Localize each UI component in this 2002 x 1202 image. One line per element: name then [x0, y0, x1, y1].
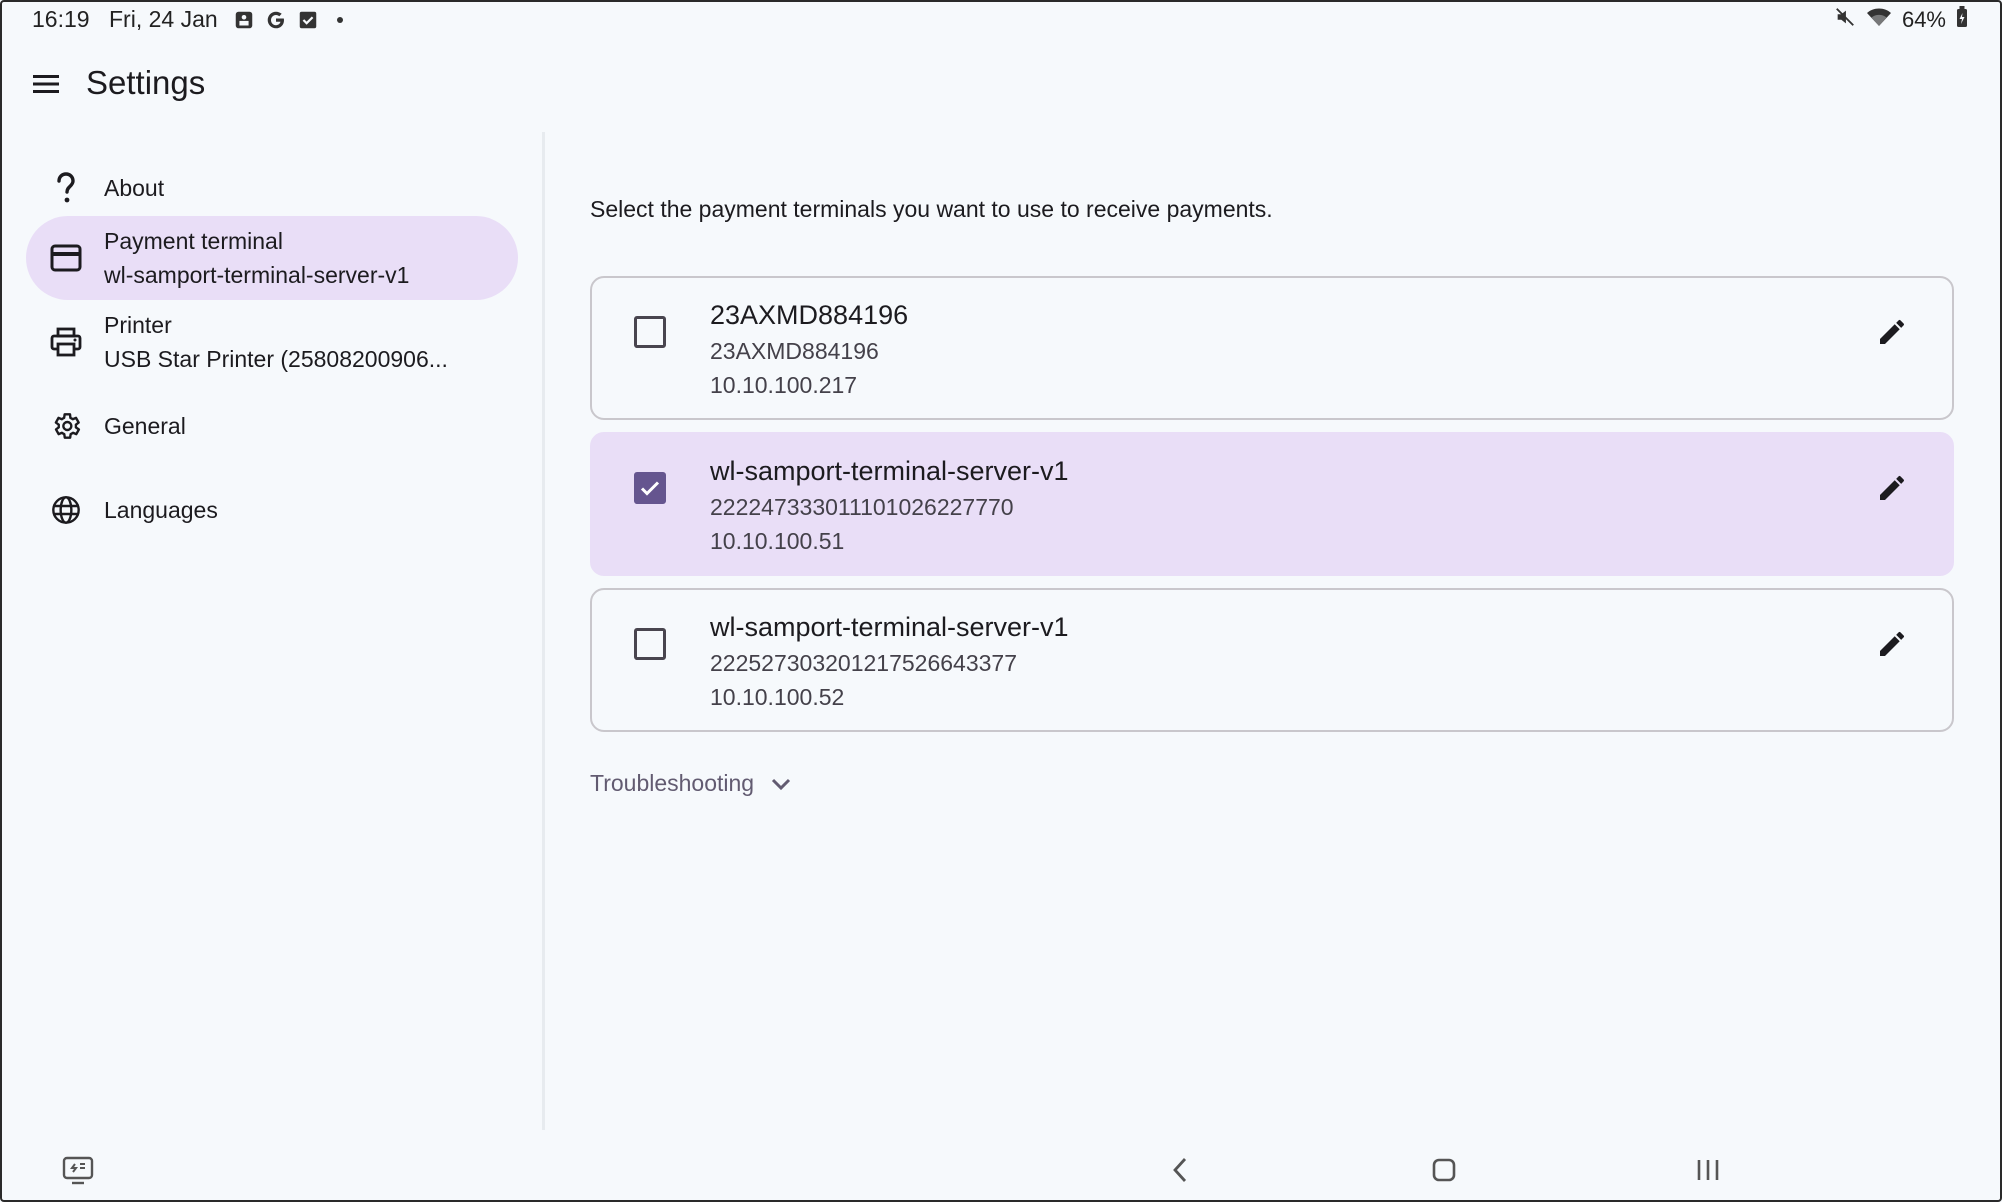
- sidebar-item-languages[interactable]: Languages: [26, 468, 518, 552]
- printer-icon: [48, 324, 84, 360]
- terminal-card[interactable]: wl-samport-terminal-server-v1 2222473330…: [590, 432, 1954, 576]
- sidebar-divider: [542, 132, 545, 1130]
- dot-icon: [328, 8, 352, 32]
- battery-level: 64%: [1901, 7, 1946, 32]
- screenshot-icon: [232, 8, 256, 32]
- home-icon: [1432, 1158, 1456, 1182]
- credit-card-icon: [48, 240, 84, 276]
- home-button[interactable]: [1422, 1148, 1466, 1192]
- globe-icon: [48, 492, 84, 528]
- sidebar-item-printer[interactable]: Printer USB Star Printer (25808200906...: [26, 300, 518, 384]
- terminal-ip: 10.10.100.51: [710, 528, 845, 554]
- chevron-down-icon: [772, 778, 791, 790]
- sidebar-item-sublabel: USB Star Printer (25808200906...: [104, 346, 448, 372]
- sidebar-item-payment-terminal[interactable]: Payment terminal wl-samport-terminal-ser…: [26, 216, 518, 300]
- app-bar: Settings: [0, 52, 2002, 116]
- pencil-icon: [1880, 631, 1904, 656]
- terminal-serial: 222247333011101026227770: [710, 494, 1014, 520]
- wifi-icon: [1866, 6, 1892, 34]
- pencil-icon: [1880, 475, 1904, 500]
- back-button[interactable]: [1158, 1148, 1202, 1192]
- troubleshooting-label: Troubleshooting: [590, 770, 755, 796]
- terminal-checkbox[interactable]: [634, 316, 666, 348]
- sidebar-item-general[interactable]: General: [26, 384, 518, 468]
- mute-icon: [1834, 6, 1856, 34]
- terminal-intro-text: Select the payment terminals you want to…: [590, 196, 1273, 222]
- status-system-icons: 64%: [1834, 6, 1968, 34]
- system-nav-bar: [0, 1140, 2002, 1200]
- terminal-name: wl-samport-terminal-server-v1: [710, 612, 1069, 642]
- keyboard-switch-button[interactable]: [56, 1148, 100, 1192]
- back-icon: [1173, 1158, 1187, 1182]
- terminal-ip: 10.10.100.217: [710, 372, 858, 398]
- recents-button[interactable]: [1686, 1148, 1730, 1192]
- help-icon: [48, 170, 84, 206]
- terminal-name: 23AXMD884196: [710, 300, 909, 330]
- terminal-name: wl-samport-terminal-server-v1: [710, 456, 1069, 486]
- pencil-icon: [1880, 319, 1904, 344]
- sidebar-item-sublabel: wl-samport-terminal-server-v1: [104, 262, 410, 288]
- terminal-ip: 10.10.100.52: [710, 684, 845, 710]
- sidebar-item-label: Printer: [104, 312, 172, 338]
- task-check-icon: [296, 8, 320, 32]
- edit-terminal-button[interactable]: [1872, 468, 1912, 508]
- keyboard-switch-icon: [62, 1156, 94, 1185]
- terminal-card[interactable]: wl-samport-terminal-server-v1 2225273032…: [590, 588, 1954, 732]
- troubleshooting-toggle[interactable]: Troubleshooting: [590, 770, 792, 797]
- check-icon: [640, 481, 660, 496]
- status-notification-icons: [232, 8, 352, 32]
- google-icon: [264, 8, 288, 32]
- terminal-serial: 222527303201217526643377: [710, 650, 1017, 676]
- gear-icon: [48, 408, 84, 444]
- terminal-checkbox[interactable]: [634, 628, 666, 660]
- menu-icon: [33, 75, 59, 93]
- recents-icon: [1697, 1160, 1719, 1180]
- page-title: Settings: [86, 64, 206, 101]
- status-date: Fri, 24 Jan: [109, 6, 218, 32]
- edit-terminal-button[interactable]: [1872, 624, 1912, 664]
- menu-button[interactable]: [22, 60, 70, 108]
- battery-icon: [1956, 6, 1968, 34]
- status-bar: 16:19 Fri, 24 Jan 64%: [0, 0, 2002, 40]
- sidebar-item-label: Payment terminal: [104, 228, 283, 254]
- terminal-serial: 23AXMD884196: [710, 338, 879, 364]
- sidebar-item-label: About: [104, 175, 165, 201]
- edit-terminal-button[interactable]: [1872, 312, 1912, 352]
- status-time: 16:19: [32, 6, 90, 32]
- sidebar-item-label: General: [104, 413, 186, 439]
- terminal-card[interactable]: 23AXMD884196 23AXMD884196 10.10.100.217: [590, 276, 1954, 420]
- terminal-checkbox[interactable]: [634, 472, 666, 504]
- sidebar-item-label: Languages: [104, 497, 218, 523]
